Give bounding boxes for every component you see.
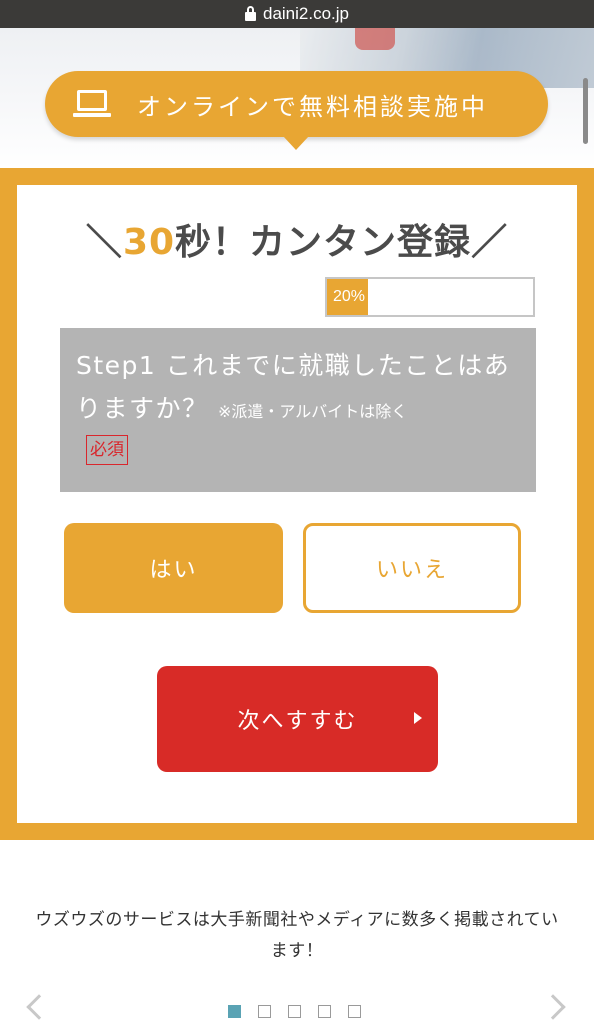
- chevron-left-icon[interactable]: [26, 994, 52, 1020]
- laptop-icon: [73, 90, 111, 118]
- question-note: ※派遣・アルバイトは除く: [217, 402, 408, 421]
- online-consultation-banner: オンラインで無料相談実施中: [45, 71, 548, 150]
- progress-bar: 20%: [325, 277, 535, 317]
- next-button[interactable]: 次へすすむ: [157, 666, 438, 772]
- media-coverage-text: ウズウズのサービスは大手新聞社やメディアに数多く掲載されています！: [35, 910, 559, 961]
- headline-number: 30: [122, 222, 176, 263]
- carousel-dots: [228, 1005, 361, 1018]
- registration-form-frame: ＼30秒！カンタン登録／ 20% Step1 これまでに就職したことはありますか…: [0, 168, 594, 840]
- headline-text: 秒！カンタン登録: [175, 222, 472, 263]
- carousel-dot[interactable]: [318, 1005, 331, 1018]
- chevron-right-icon[interactable]: [540, 994, 566, 1020]
- page-scrollbar[interactable]: [583, 78, 588, 144]
- carousel-dot[interactable]: [288, 1005, 301, 1018]
- question-box: Step1 これまでに就職したことはありますか？ ※派遣・アルバイトは除く 必須: [60, 328, 536, 492]
- yes-button[interactable]: はい: [64, 523, 283, 613]
- url-text: daini2.co.jp: [262, 4, 349, 23]
- carousel-dot[interactable]: [228, 1005, 241, 1018]
- carousel-dot[interactable]: [348, 1005, 361, 1018]
- carousel-dot[interactable]: [258, 1005, 271, 1018]
- registration-form: ＼30秒！カンタン登録／ 20% Step1 これまでに就職したことはありますか…: [17, 185, 577, 823]
- next-button-label: 次へすすむ: [237, 709, 358, 734]
- browser-url-bar[interactable]: daini2.co.jp: [0, 0, 594, 28]
- play-arrow-icon: [414, 712, 422, 724]
- form-headline: ＼30秒！カンタン登録／: [17, 213, 577, 265]
- progress-label: 20%: [333, 288, 366, 305]
- lock-icon: [244, 5, 256, 21]
- headline-prefix: ＼: [85, 222, 123, 263]
- required-badge: 必須: [86, 435, 128, 465]
- banner-text: オンラインで無料相談実施中: [137, 92, 488, 121]
- headline-suffix: ／: [471, 222, 509, 263]
- no-button[interactable]: いいえ: [303, 523, 521, 613]
